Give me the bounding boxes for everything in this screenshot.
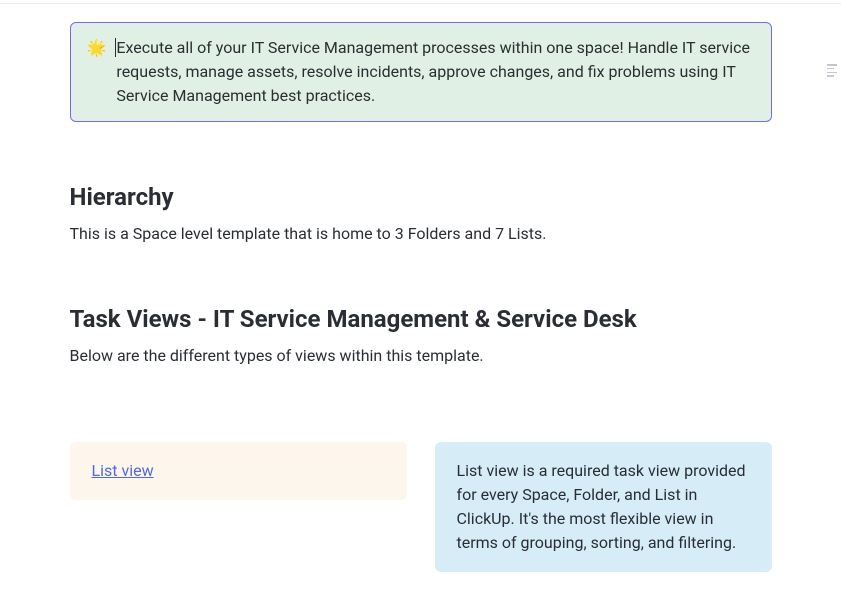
hierarchy-heading: Hierarchy [70,182,772,212]
list-view-link[interactable]: List view [92,461,154,480]
callout-text: Execute all of your IT Service Managemen… [116,36,752,108]
document-body: 🌟 Execute all of your IT Service Managem… [70,0,772,607]
sparkle-icon: 🌟 [87,36,107,108]
list-view-card: List view [70,442,407,500]
task-views-heading: Task Views - IT Service Management & Ser… [70,304,772,334]
task-views-desc: Below are the different types of views w… [70,344,772,368]
list-view-desc-card: List view is a required task view provid… [435,442,772,572]
sidebar-toggle-icon[interactable] [827,64,837,77]
list-view-desc-text: List view is a required task view provid… [457,461,746,552]
intro-callout[interactable]: 🌟 Execute all of your IT Service Managem… [70,22,772,122]
hierarchy-desc: This is a Space level template that is h… [70,222,772,246]
